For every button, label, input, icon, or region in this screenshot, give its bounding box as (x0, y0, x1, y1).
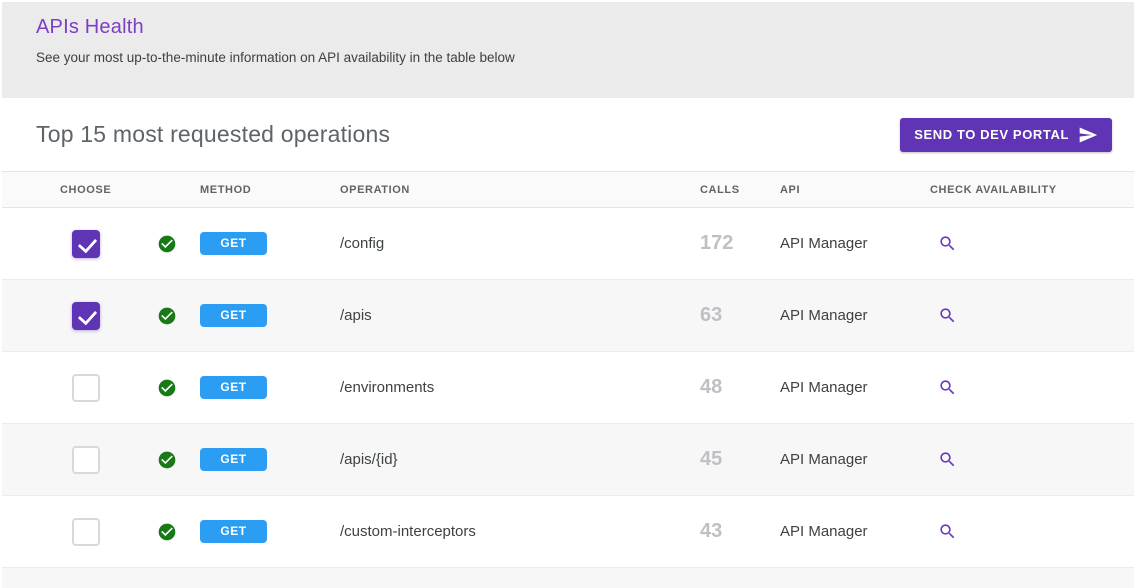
table-row: GET /environments 48 API Manager (2, 352, 1134, 424)
row-checkbox[interactable] (72, 446, 100, 474)
api-name: API Manager (780, 307, 930, 324)
search-icon (938, 378, 957, 397)
check-circle-icon (157, 522, 200, 542)
row-checkbox[interactable] (72, 518, 100, 546)
toolbar: Top 15 most requested operations SEND TO… (2, 98, 1134, 172)
check-circle-icon (157, 378, 200, 398)
send-icon (1078, 125, 1098, 145)
check-availability-button[interactable] (938, 450, 957, 469)
operation-path: /custom-interceptors (340, 523, 700, 540)
table-row: GET /custom-interceptors 43 API Manager (2, 496, 1134, 568)
column-header-choose: CHOOSE (60, 184, 157, 196)
calls-count: 45 (700, 448, 780, 471)
calls-count: 43 (700, 520, 780, 543)
table-header-row: CHOOSE METHOD OPERATION CALLS API CHECK … (2, 172, 1134, 208)
operation-path: /apis/{id} (340, 451, 700, 468)
page-title: APIs Health (36, 16, 1134, 39)
check-availability-button[interactable] (938, 522, 957, 541)
check-availability-button[interactable] (938, 234, 957, 253)
search-icon (938, 450, 957, 469)
api-name: API Manager (780, 379, 930, 396)
calls-count: 172 (700, 232, 780, 255)
column-header-api: API (780, 184, 930, 196)
method-badge: GET (200, 376, 267, 399)
table-row: GET /apis 63 API Manager (2, 280, 1134, 352)
row-checkbox[interactable] (72, 230, 100, 258)
column-header-operation: OPERATION (340, 184, 700, 196)
search-icon (938, 522, 957, 541)
search-icon (938, 234, 957, 253)
check-availability-button[interactable] (938, 306, 957, 325)
operation-path: /environments (340, 379, 700, 396)
api-name: API Manager (780, 451, 930, 468)
table-row: GET /apis/{id} 45 API Manager (2, 424, 1134, 496)
send-to-dev-portal-button[interactable]: SEND TO DEV PORTAL (900, 118, 1112, 152)
next-row-partial-band (2, 568, 1134, 588)
check-circle-icon (157, 234, 200, 254)
api-name: API Manager (780, 235, 930, 252)
operation-path: /apis (340, 307, 700, 324)
table-body: GET /config 172 API Manager GET /apis 63… (2, 208, 1134, 568)
check-availability-button[interactable] (938, 378, 957, 397)
operation-path: /config (340, 235, 700, 252)
check-circle-icon (157, 306, 200, 326)
send-button-label: SEND TO DEV PORTAL (914, 127, 1069, 142)
method-badge: GET (200, 304, 267, 327)
column-header-method: METHOD (200, 184, 340, 196)
check-circle-icon (157, 450, 200, 470)
apis-health-page: APIs Health See your most up-to-the-minu… (0, 0, 1137, 588)
page-subtitle: See your most up-to-the-minute informati… (36, 50, 1134, 65)
row-checkbox[interactable] (72, 302, 100, 330)
column-header-availability: CHECK AVAILABILITY (930, 184, 1134, 196)
method-badge: GET (200, 448, 267, 471)
api-name: API Manager (780, 523, 930, 540)
table-row: GET /config 172 API Manager (2, 208, 1134, 280)
column-header-calls: CALLS (700, 184, 780, 196)
search-icon (938, 306, 957, 325)
intro-band: APIs Health See your most up-to-the-minu… (2, 2, 1134, 98)
method-badge: GET (200, 232, 267, 255)
section-title: Top 15 most requested operations (36, 121, 390, 148)
method-badge: GET (200, 520, 267, 543)
calls-count: 63 (700, 304, 780, 327)
calls-count: 48 (700, 376, 780, 399)
row-checkbox[interactable] (72, 374, 100, 402)
